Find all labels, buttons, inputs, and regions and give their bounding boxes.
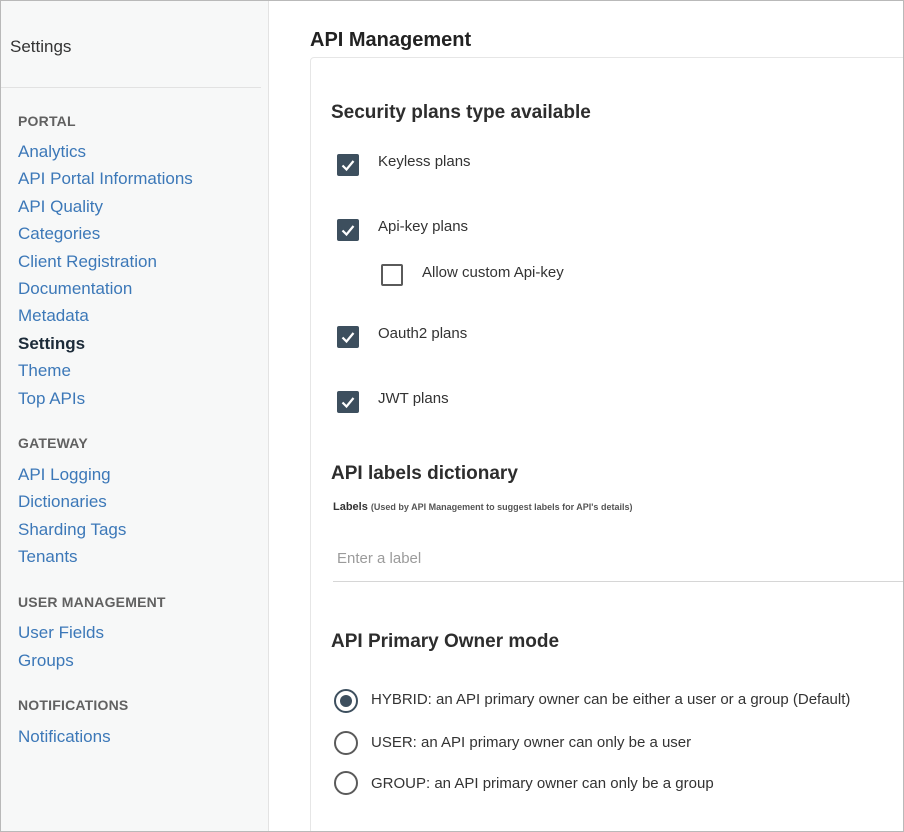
keyless-plans-label: Keyless plans bbox=[378, 153, 471, 170]
labels-field-hint: (Used by API Management to suggest label… bbox=[370, 502, 633, 512]
sidebar-item-sharding-tags[interactable]: Sharding Tags bbox=[18, 520, 126, 540]
check-icon bbox=[341, 397, 355, 409]
oauth2-plans-checkbox[interactable] bbox=[337, 326, 359, 348]
settings-card bbox=[310, 57, 903, 831]
sidebar-item-notifications[interactable]: Notifications bbox=[18, 727, 111, 747]
hybrid-radio[interactable] bbox=[334, 689, 358, 713]
sidebar-divider bbox=[1, 87, 261, 88]
sidebar-item-user-fields[interactable]: User Fields bbox=[18, 623, 104, 643]
labels-field-caption: Labels (Used by API Management to sugges… bbox=[333, 501, 632, 513]
check-icon bbox=[341, 332, 355, 344]
hybrid-radio-label: HYBRID: an API primary owner can be eith… bbox=[371, 691, 851, 708]
sidebar-item-categories[interactable]: Categories bbox=[18, 224, 100, 244]
user-radio[interactable] bbox=[334, 731, 358, 755]
api-key-plans-label: Api-key plans bbox=[378, 218, 469, 235]
sidebar-item-top-apis[interactable]: Top APIs bbox=[18, 389, 85, 409]
security-plans-title: Security plans type available bbox=[331, 102, 591, 123]
sidebar-section-portal: PORTAL bbox=[18, 113, 76, 129]
labels-dictionary-title: API labels dictionary bbox=[331, 463, 518, 484]
jwt-plans-checkbox[interactable] bbox=[337, 391, 359, 413]
allow-custom-api-key-checkbox[interactable] bbox=[381, 264, 403, 286]
api-key-plans-checkbox[interactable] bbox=[337, 219, 359, 241]
sidebar-item-api-quality[interactable]: API Quality bbox=[18, 197, 103, 217]
jwt-plans-label: JWT plans bbox=[378, 390, 449, 407]
sidebar-item-api-portal-informations[interactable]: API Portal Informations bbox=[18, 169, 193, 189]
sidebar-title: Settings bbox=[10, 37, 72, 56]
group-radio[interactable] bbox=[334, 771, 358, 795]
sidebar-item-theme[interactable]: Theme bbox=[18, 361, 71, 381]
sidebar-item-metadata[interactable]: Metadata bbox=[18, 306, 89, 326]
sidebar-item-client-registration[interactable]: Client Registration bbox=[18, 252, 157, 272]
sidebar-item-dictionaries[interactable]: Dictionaries bbox=[18, 492, 107, 512]
labels-field-label: Labels bbox=[333, 501, 368, 513]
sidebar-item-api-logging[interactable]: API Logging bbox=[18, 465, 111, 485]
page-title: API Management bbox=[310, 29, 472, 51]
sidebar-section-notifications: NOTIFICATIONS bbox=[18, 697, 129, 713]
keyless-plans-checkbox[interactable] bbox=[337, 154, 359, 176]
app-window: Settings PORTAL Analytics API Portal Inf… bbox=[0, 0, 904, 832]
check-icon bbox=[341, 225, 355, 237]
sidebar-section-gateway: GATEWAY bbox=[18, 435, 88, 451]
settings-sidebar: Settings PORTAL Analytics API Portal Inf… bbox=[1, 1, 269, 831]
sidebar-item-settings[interactable]: Settings bbox=[18, 334, 85, 354]
sidebar-item-tenants[interactable]: Tenants bbox=[18, 547, 78, 567]
sidebar-item-documentation[interactable]: Documentation bbox=[18, 279, 132, 299]
radio-dot bbox=[340, 695, 352, 707]
sidebar-item-groups[interactable]: Groups bbox=[18, 651, 74, 671]
label-input[interactable] bbox=[333, 536, 903, 582]
check-icon bbox=[341, 160, 355, 172]
oauth2-plans-label: Oauth2 plans bbox=[378, 325, 468, 342]
sidebar-item-analytics[interactable]: Analytics bbox=[18, 142, 86, 162]
allow-custom-api-key-label: Allow custom Api-key bbox=[422, 264, 564, 281]
group-radio-label: GROUP: an API primary owner can only be … bbox=[371, 775, 714, 792]
primary-owner-title: API Primary Owner mode bbox=[331, 631, 560, 652]
sidebar-section-user-management: USER MANAGEMENT bbox=[18, 594, 166, 610]
user-radio-label: USER: an API primary owner can only be a… bbox=[371, 734, 692, 751]
